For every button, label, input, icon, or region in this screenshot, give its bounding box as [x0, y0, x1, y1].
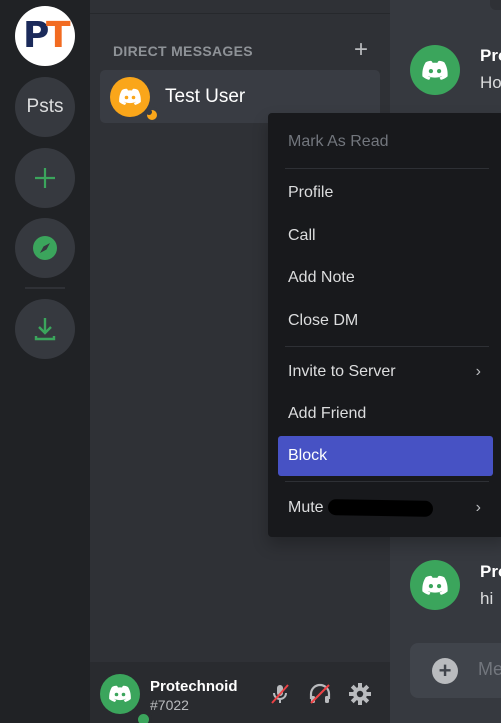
- compass-icon: [33, 236, 57, 260]
- menu-separator: [285, 481, 489, 482]
- message-input-placeholder: Message: [478, 659, 501, 679]
- message-input[interactable]: + Message: [410, 643, 501, 698]
- discord-logo-icon: [422, 575, 448, 595]
- menu-item-label: Call: [288, 227, 316, 244]
- mic-muted-icon[interactable]: [268, 682, 292, 706]
- download-apps-button[interactable]: [15, 299, 75, 359]
- explore-servers-button[interactable]: [15, 218, 75, 278]
- server-psts-label: Psts: [26, 96, 64, 117]
- direct-messages-header: DIRECT MESSAGES: [113, 43, 253, 59]
- headphones-deafened-icon[interactable]: [308, 682, 332, 706]
- chevron-right-icon: ›: [475, 499, 481, 516]
- discord-logo-icon: [109, 685, 131, 702]
- menu-item-label: Profile: [288, 184, 334, 201]
- message-avatar[interactable]: [410, 45, 460, 95]
- message-text: hi: [480, 589, 494, 608]
- menu-item-label: Invite to Server: [288, 363, 396, 380]
- message-text: Ho: [480, 73, 501, 92]
- message-author[interactable]: Protechnoid: [480, 46, 501, 66]
- menu-separator: [285, 168, 489, 169]
- user-panel: Protechnoid #7022: [90, 662, 390, 723]
- add-server-button[interactable]: [15, 148, 75, 208]
- attach-plus-icon[interactable]: +: [432, 658, 458, 684]
- menu-item-block[interactable]: Block: [278, 436, 493, 476]
- discord-logo-icon: [422, 60, 448, 80]
- redacted-text: [327, 499, 433, 517]
- dm-name: Test User: [165, 86, 246, 107]
- dm-context-menu: Mark As Read Profile Call Add Note Close…: [268, 113, 501, 537]
- server-psts[interactable]: Psts: [15, 77, 75, 137]
- rail-separator: [25, 287, 65, 289]
- chevron-right-icon: ›: [475, 363, 481, 380]
- menu-item-close-dm[interactable]: Close DM: [278, 302, 493, 340]
- chat-top-pill: [390, 0, 501, 10]
- menu-item-label: Mark As Read: [288, 133, 389, 150]
- menu-item-label: Block: [288, 447, 328, 464]
- home-logo-button[interactable]: P T: [15, 6, 75, 66]
- username: Protechnoid: [150, 678, 238, 695]
- user-discriminator: #7022: [150, 697, 189, 713]
- logo-letter-t: T: [46, 15, 71, 56]
- message-avatar[interactable]: [410, 560, 460, 610]
- menu-item-profile[interactable]: Profile: [278, 174, 493, 212]
- menu-item-label: Close DM: [288, 312, 359, 329]
- discord-window: P T Psts DIRECT MESSAGES + Test User Pro…: [0, 0, 501, 723]
- find-conversation-bar[interactable]: [90, 0, 390, 14]
- menu-item-mute[interactable]: Mute ›: [278, 489, 493, 527]
- download-icon: [34, 318, 56, 341]
- menu-item-label: Mute: [288, 499, 324, 516]
- idle-status-icon: [144, 107, 160, 123]
- user-avatar[interactable]: [100, 674, 152, 723]
- menu-item-invite-to-server[interactable]: Invite to Server ›: [278, 353, 493, 391]
- menu-item-add-note[interactable]: Add Note: [278, 259, 493, 297]
- discord-logo-icon: [119, 88, 141, 105]
- menu-item-add-friend[interactable]: Add Friend: [278, 395, 493, 433]
- plus-icon: [35, 168, 55, 188]
- menu-item-mark-as-read[interactable]: Mark As Read: [278, 123, 493, 161]
- settings-gear-icon[interactable]: [348, 682, 372, 706]
- server-rail: P T Psts: [0, 0, 90, 723]
- menu-item-call[interactable]: Call: [278, 217, 493, 255]
- message-author[interactable]: Protechnoid: [480, 562, 501, 582]
- create-dm-button[interactable]: +: [354, 38, 368, 62]
- avatar: [110, 77, 160, 123]
- menu-item-label: Add Note: [288, 269, 355, 286]
- menu-separator: [285, 346, 489, 347]
- menu-item-label: Add Friend: [288, 405, 367, 422]
